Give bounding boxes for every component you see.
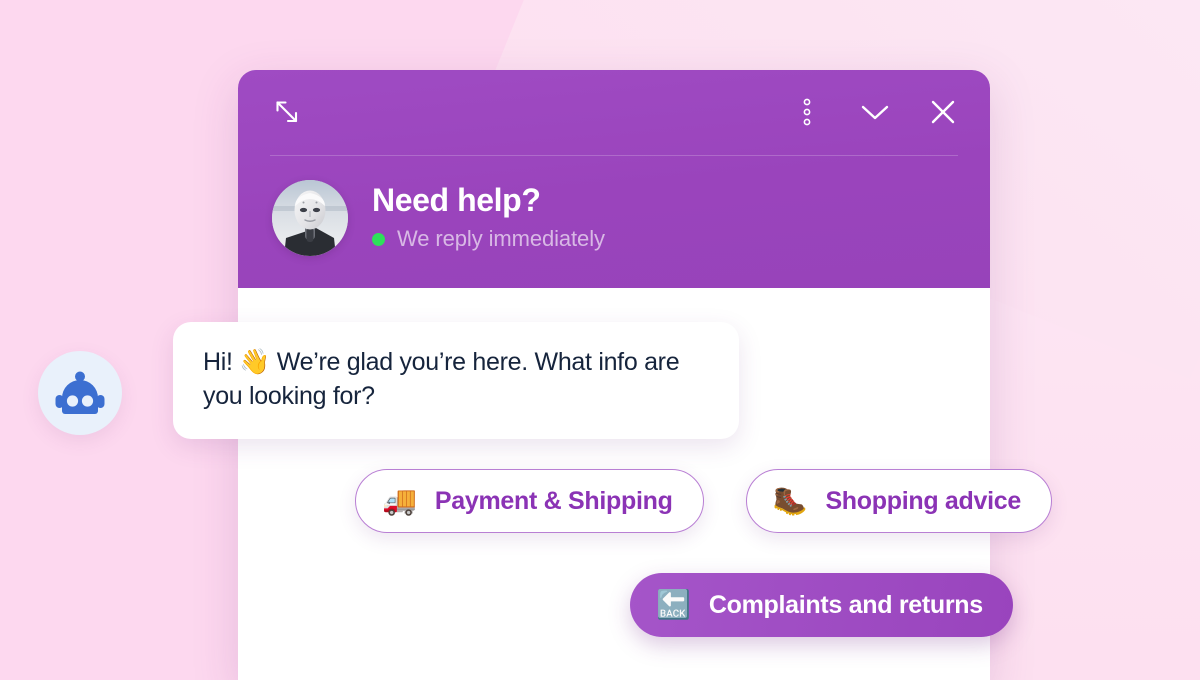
page-title: Need help? [372,181,541,218]
status-text: We reply immediately [397,226,605,252]
agent-identity: Need help? We reply immediately [238,154,990,256]
header-divider [270,155,958,156]
screenshot-stage: Need help? We reply immediately Hi! 👋 We… [0,0,1200,680]
agent-avatar [272,180,348,256]
chat-widget-titlebar [238,70,990,154]
expand-icon[interactable] [270,95,304,129]
titlebar-left-controls [270,95,304,129]
close-icon[interactable] [926,95,960,129]
online-status-dot [372,232,385,246]
chevron-down-icon[interactable] [858,95,892,129]
robot-head-icon [55,370,105,416]
quick-reply-label: Complaints and returns [708,590,983,619]
chat-widget-header: Need help? We reply immediately [238,70,990,288]
chat-widget-body: Hi! 👋 We’re glad you’re here. What info … [173,288,1052,680]
quick-reply-complaints-returns[interactable]: 🔙 Complaints and returns [630,573,1013,637]
titlebar-right-controls [790,95,960,129]
quick-reply-label: Shopping advice [825,486,1021,515]
chat-widget: Need help? We reply immediately Hi! 👋 We… [173,70,1052,680]
quick-replies-row-2: 🔙 Complaints and returns [630,573,1013,637]
bot-message-bubble: Hi! 👋 We’re glad you’re here. What info … [173,322,739,439]
delivery-truck-icon: 🚚 [382,485,417,516]
more-options-icon[interactable] [790,95,824,129]
quick-replies-row-1: 🚚 Payment & Shipping 🥾 Shopping advice [355,469,1052,533]
agent-identity-text: Need help? We reply immediately [372,181,605,253]
chat-launcher-button[interactable] [38,351,122,435]
hiking-boot-icon: 🥾 [772,485,808,516]
back-arrow-icon: 🔙 [656,589,691,620]
quick-reply-label: Payment & Shipping [434,486,673,515]
quick-reply-payment-shipping[interactable]: 🚚 Payment & Shipping [355,469,704,533]
status-row: We reply immediately [372,226,605,252]
quick-reply-shopping-advice[interactable]: 🥾 Shopping advice [745,469,1052,533]
